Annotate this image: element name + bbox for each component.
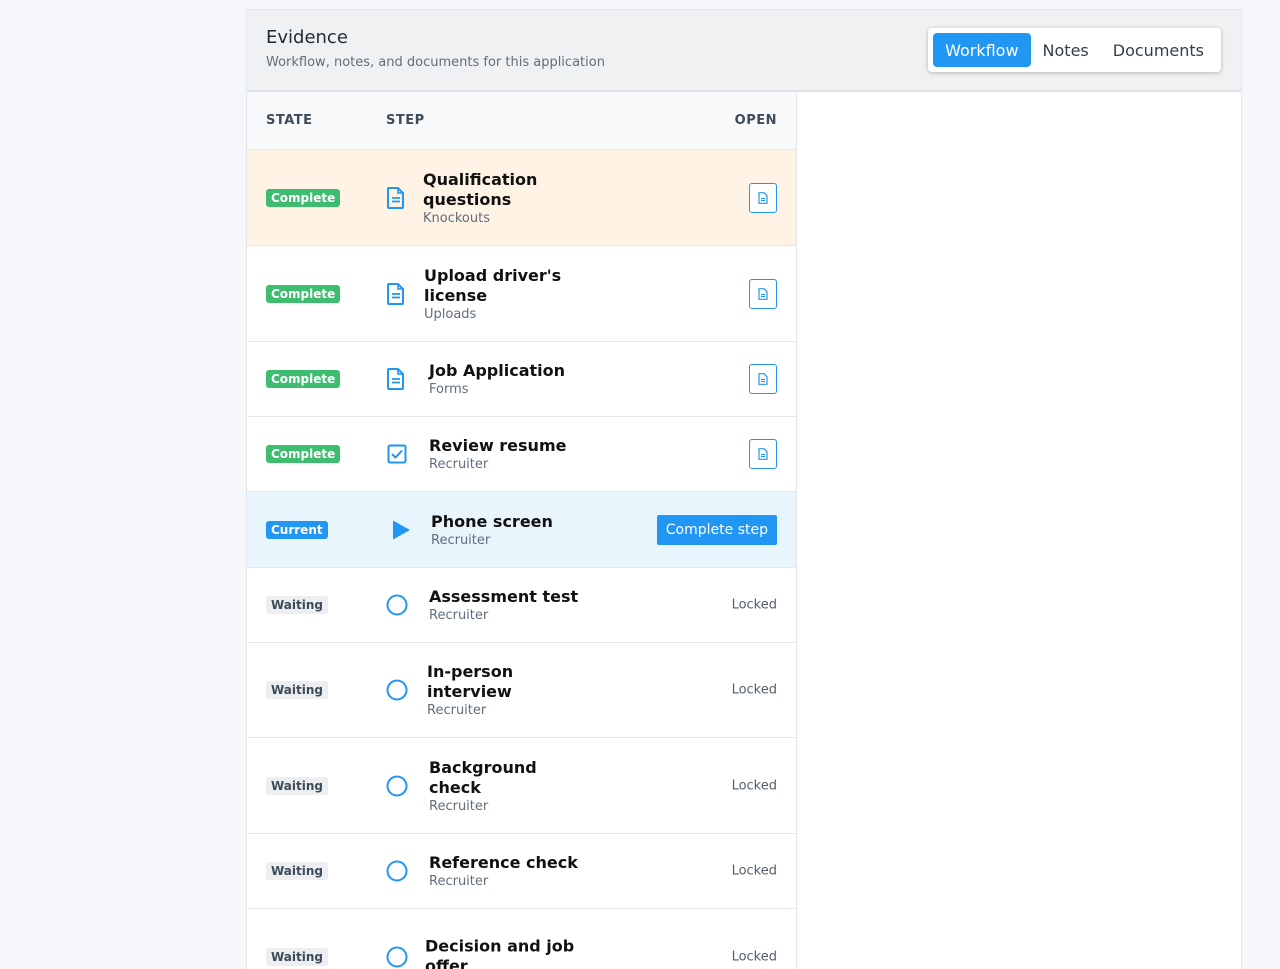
document-icon	[758, 287, 768, 300]
document-icon	[758, 373, 768, 385]
status-badge: Waiting	[266, 681, 329, 699]
panel-header: Evidence Workflow, notes, and documents …	[247, 10, 1241, 92]
status-badge: Complete	[266, 284, 341, 303]
table-row[interactable]: Complete Qualification questions Knockou…	[247, 150, 796, 246]
locked-label: Locked	[731, 863, 777, 879]
document-icon	[385, 282, 407, 305]
document-icon	[758, 448, 768, 460]
table-row[interactable]: Waiting Decision and job offer Locked	[247, 909, 796, 969]
step-name: Phone screen	[431, 511, 553, 531]
play-icon	[390, 519, 412, 541]
workflow-table: STATE STEP OPEN Complete Qualification q…	[247, 92, 797, 969]
locked-label: Locked	[731, 778, 777, 793]
tab-documents[interactable]: Documents	[1101, 33, 1216, 67]
status-badge: Complete	[266, 188, 341, 207]
step-category: Recruiter	[427, 703, 487, 718]
tab-workflow[interactable]: Workflow	[933, 33, 1031, 67]
status-badge: Waiting	[266, 947, 329, 966]
step-name: Job Application	[429, 361, 566, 380]
table-row[interactable]: Waiting Reference check Recruiter Locked	[247, 834, 796, 909]
circle-icon	[386, 594, 408, 616]
step-text: Reference check Recruiter	[429, 853, 589, 889]
circle-icon	[386, 860, 408, 882]
document-icon	[385, 368, 407, 390]
step-text: Qualification questions Knockouts	[423, 170, 583, 226]
locked-label: Locked	[731, 597, 777, 613]
open-document-button[interactable]	[749, 278, 777, 309]
open-document-button[interactable]	[749, 182, 777, 213]
step-name: Assessment test	[429, 587, 579, 606]
open-document-button[interactable]	[749, 364, 777, 394]
step-name: Decision and job offer	[425, 936, 575, 969]
table-row[interactable]: Complete Job Application Forms	[247, 342, 796, 417]
table-row[interactable]: Current Phone screen Recruiter Complete …	[247, 492, 796, 568]
step-name: In-person interview	[427, 662, 514, 701]
step-category: Uploads	[424, 306, 477, 322]
status-badge: Complete	[266, 370, 341, 388]
step-category: Recruiter	[429, 874, 489, 889]
step-category: Recruiter	[429, 608, 489, 623]
panel-title: Evidence	[266, 27, 348, 48]
status-badge: Waiting	[266, 596, 329, 614]
status-badge: Waiting	[266, 862, 329, 880]
step-text: In-person interview Recruiter	[427, 662, 587, 718]
step-text: Review resume Recruiter	[429, 436, 589, 472]
step-name: Background check	[429, 757, 537, 797]
step-text: Upload driver's license Uploads	[424, 266, 584, 322]
step-name: Reference check	[429, 853, 578, 872]
step-category: Recruiter	[429, 798, 489, 814]
circle-icon	[386, 946, 408, 968]
locked-label: Locked	[731, 682, 777, 698]
document-icon	[758, 191, 768, 204]
circle-icon	[386, 775, 408, 797]
step-name: Review resume	[429, 436, 567, 455]
step-text: Assessment test Recruiter	[429, 587, 589, 623]
evidence-panel: Evidence Workflow, notes, and documents …	[246, 9, 1242, 969]
panel-subtitle: Workflow, notes, and documents for this …	[266, 55, 605, 70]
step-text: Decision and job offer	[425, 936, 585, 969]
table-row[interactable]: Waiting Assessment test Recruiter Locked	[247, 568, 796, 643]
step-category: Knockouts	[423, 210, 490, 226]
complete-step-button[interactable]: Complete step	[656, 514, 777, 545]
status-badge: Waiting	[266, 776, 329, 795]
table-row[interactable]: Complete Upload driver's license Uploads	[247, 246, 796, 342]
checkbox-icon	[386, 443, 408, 465]
table-row[interactable]: Waiting In-person interview Recruiter Lo…	[247, 643, 796, 738]
step-category: Recruiter	[429, 457, 489, 472]
status-badge: Complete	[266, 445, 341, 463]
status-badge: Current	[266, 520, 328, 539]
step-name: Upload driver's license	[424, 265, 562, 305]
step-category: Recruiter	[431, 532, 491, 548]
step-name: Qualification questions	[423, 169, 538, 209]
document-icon	[385, 186, 407, 209]
locked-label: Locked	[731, 949, 777, 964]
step-text: Job Application Forms	[429, 361, 589, 397]
table-header: STATE STEP OPEN	[247, 92, 796, 150]
table-row[interactable]: Waiting Background check Recruiter Locke…	[247, 738, 796, 834]
circle-icon	[386, 679, 408, 701]
step-text: Phone screen Recruiter	[431, 512, 591, 548]
step-category: Forms	[429, 382, 469, 397]
tab-group: Workflow Notes Documents	[928, 28, 1221, 72]
header-open: OPEN	[734, 113, 777, 128]
step-text: Background check Recruiter	[429, 758, 589, 814]
table-row[interactable]: Complete Review resume Recruiter	[247, 417, 796, 492]
header-step: STEP	[386, 113, 425, 128]
tab-notes[interactable]: Notes	[1031, 33, 1101, 67]
header-state: STATE	[266, 113, 313, 128]
open-document-button[interactable]	[749, 439, 777, 469]
